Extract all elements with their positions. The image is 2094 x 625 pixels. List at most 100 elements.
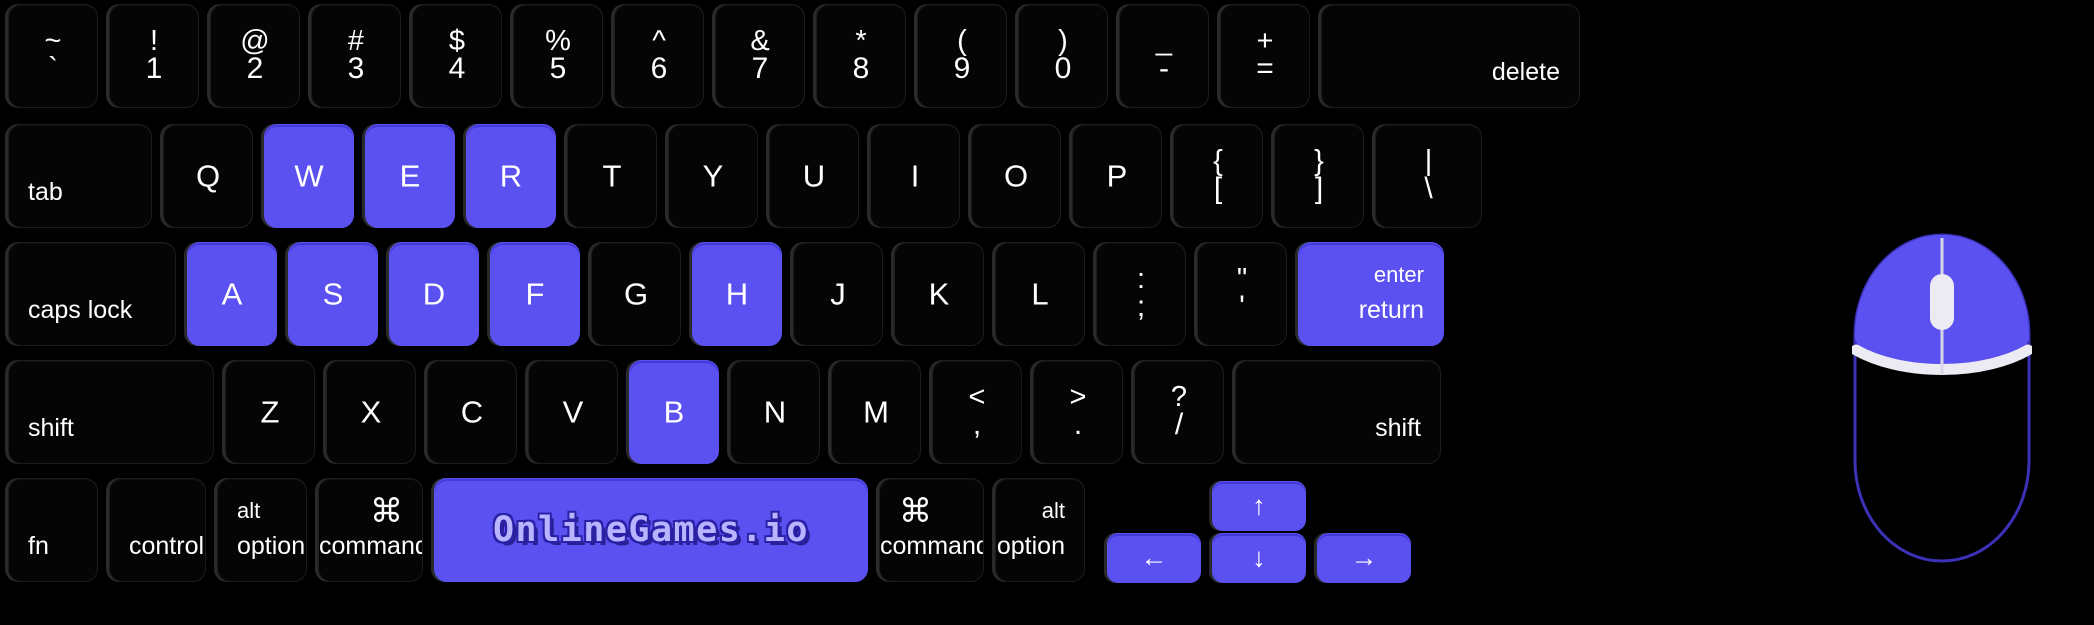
key-k-label: K	[928, 276, 950, 312]
key-z-label: Z	[260, 394, 280, 430]
key-digit5[interactable]: % 5	[513, 4, 603, 108]
key-s[interactable]: S	[288, 242, 378, 346]
key-digit5-label: 5	[549, 52, 567, 85]
key-c[interactable]: C	[427, 360, 517, 464]
key-digit9[interactable]: ( 9	[917, 4, 1007, 108]
key-digit4[interactable]: $ 4	[412, 4, 502, 108]
key-u-label: U	[802, 158, 826, 194]
key-command-left[interactable]: ⌘ command	[318, 478, 423, 582]
key-fn[interactable]: fn	[8, 478, 98, 582]
key-x-label: X	[360, 394, 382, 430]
key-command-right[interactable]: ⌘ command	[879, 478, 984, 582]
arrow-left-icon: ←	[1140, 542, 1168, 573]
key-option-left-alt-label: alt	[237, 498, 261, 523]
key-k[interactable]: K	[894, 242, 984, 346]
key-digit2[interactable]: @ 2	[210, 4, 300, 108]
key-control-left[interactable]: control	[109, 478, 206, 582]
key-v-label: V	[562, 394, 584, 430]
key-n[interactable]: N	[730, 360, 820, 464]
key-delete[interactable]: delete	[1321, 4, 1580, 108]
key-digit6-label: 6	[650, 52, 668, 85]
key-minus-label: -	[1159, 52, 1169, 85]
key-m[interactable]: M	[831, 360, 921, 464]
controls-overlay: ~ ` ! 1 @ 2 # 3 $ 4 % 5 ^ 6 & 7 * 8 (9 …	[0, 0, 2094, 625]
key-digit6[interactable]: ^ 6	[614, 4, 704, 108]
key-option-right[interactable]: alt option	[995, 478, 1085, 582]
key-backslash[interactable]: | \	[1375, 124, 1482, 228]
key-b[interactable]: B	[629, 360, 719, 464]
key-j[interactable]: J	[793, 242, 883, 346]
arrow-key-cluster: ← ↑ ↓ →	[1107, 478, 1487, 588]
key-t[interactable]: T	[567, 124, 657, 228]
key-y[interactable]: Y	[668, 124, 758, 228]
key-shift-right[interactable]: shift	[1235, 360, 1441, 464]
key-digit0[interactable]: ) 0	[1018, 4, 1108, 108]
key-o[interactable]: O	[971, 124, 1061, 228]
key-digit2-label: 2	[246, 52, 264, 85]
key-option-left-label: option	[237, 532, 306, 560]
key-digit1-label: 1	[145, 52, 163, 85]
key-v[interactable]: V	[528, 360, 618, 464]
key-bracketright[interactable]: } ]	[1274, 124, 1364, 228]
key-return[interactable]: enter return	[1298, 242, 1444, 346]
key-arrow-left[interactable]: ←	[1107, 533, 1201, 583]
key-semicolon-label: ;	[1136, 290, 1146, 323]
keyboard-row-qwerty: tab Q W E R T Y U I O P {[}] | \	[8, 124, 1768, 242]
key-command-left-label: command	[319, 532, 423, 560]
key-backquote-label: `	[48, 52, 58, 85]
key-x[interactable]: X	[326, 360, 416, 464]
key-w[interactable]: W	[264, 124, 354, 228]
key-f[interactable]: F	[490, 242, 580, 346]
key-slash-label: /	[1174, 408, 1184, 441]
key-tab-label: tab	[28, 178, 63, 206]
key-backquote[interactable]: ~ `	[8, 4, 98, 108]
key-digit4-label: 4	[448, 52, 466, 85]
key-g[interactable]: G	[591, 242, 681, 346]
key-shift-left-label: shift	[28, 414, 74, 442]
key-l-label: L	[1031, 276, 1049, 312]
key-d[interactable]: D	[389, 242, 479, 346]
key-e[interactable]: E	[365, 124, 455, 228]
key-digit1[interactable]: ! 1	[109, 4, 199, 108]
key-digit3[interactable]: # 3	[311, 4, 401, 108]
key-arrow-down[interactable]: ↓	[1212, 533, 1306, 583]
key-o-label: O	[1003, 158, 1029, 194]
key-shift-left[interactable]: shift	[8, 360, 214, 464]
key-minus[interactable]: _ -	[1119, 4, 1209, 108]
key-slash[interactable]: ? /	[1134, 360, 1224, 464]
key-digit8[interactable]: * 8	[816, 4, 906, 108]
mouse-scroll-wheel[interactable]	[1930, 274, 1954, 330]
key-arrow-up[interactable]: ↑	[1212, 481, 1306, 531]
key-e-label: E	[399, 158, 421, 194]
key-capslock[interactable]: caps lock	[8, 242, 176, 346]
key-tab[interactable]: tab	[8, 124, 152, 228]
keyboard-row-home: caps lock A S D F G H J K L: ; " ' ente…	[8, 242, 1768, 360]
keyboard-row-numbers: ~ ` ! 1 @ 2 # 3 $ 4 % 5 ^ 6 & 7 * 8 (9 …	[8, 4, 1768, 124]
key-l[interactable]: L	[995, 242, 1085, 346]
mouse-graphic	[1852, 232, 2032, 564]
key-q[interactable]: Q	[163, 124, 253, 228]
key-bracketleft[interactable]: { [	[1173, 124, 1263, 228]
key-comma[interactable]: < ,	[932, 360, 1022, 464]
key-digit7[interactable]: & 7	[715, 4, 805, 108]
key-quote[interactable]: " '	[1197, 242, 1287, 346]
key-c-label: C	[460, 394, 484, 430]
key-semicolon[interactable]: : ;	[1096, 242, 1186, 346]
key-h-label: H	[725, 276, 749, 312]
key-period[interactable]: > .	[1033, 360, 1123, 464]
key-u[interactable]: U	[769, 124, 859, 228]
key-a[interactable]: A	[187, 242, 277, 346]
key-h[interactable]: H	[692, 242, 782, 346]
key-option-right-alt-label: alt	[1041, 498, 1065, 523]
key-bracketright-label: ]	[1314, 172, 1324, 205]
key-i[interactable]: I	[870, 124, 960, 228]
key-space[interactable]: OnlineGames.io	[434, 478, 868, 582]
key-r[interactable]: R	[466, 124, 556, 228]
key-arrow-right[interactable]: →	[1317, 533, 1411, 583]
key-z[interactable]: Z	[225, 360, 315, 464]
key-p[interactable]: P	[1072, 124, 1162, 228]
key-equal[interactable]: + =	[1220, 4, 1310, 108]
key-enter-label: enter	[1373, 262, 1424, 287]
key-t-label: T	[602, 158, 622, 194]
key-option-left[interactable]: alt option	[217, 478, 307, 582]
